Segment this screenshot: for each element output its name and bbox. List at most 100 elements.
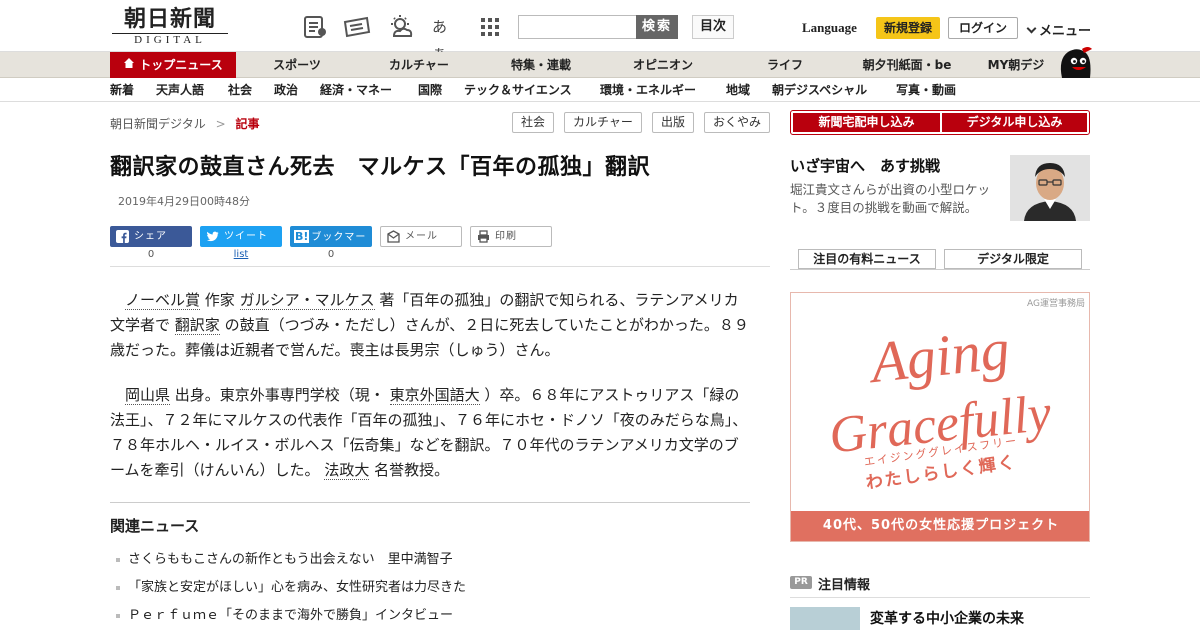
related-news-item[interactable]: 「家族と安定がほしい」心を病み、女性研究者は力尽きた <box>116 576 466 595</box>
nav2-item-tenseijingo[interactable]: 天声人語 <box>156 79 204 102</box>
hatena-bookmark-button[interactable]: B! ブックマーク <box>290 226 372 264</box>
logo-sub-text: DIGITAL <box>112 33 228 47</box>
nav2-item-environment[interactable]: 環境・エネルギー <box>600 79 696 102</box>
newspaper-icon[interactable] <box>342 14 372 40</box>
feature-title[interactable]: いざ宇宙へ あす挑戦 <box>790 155 940 176</box>
related-news-item[interactable]: さくらももこさんの新作ともう出会えない 里中満智子 <box>116 548 453 567</box>
nav2-item-politics[interactable]: 政治 <box>274 79 298 102</box>
pr-divider <box>790 597 1090 598</box>
keyword-link[interactable]: ガルシア・マルケス <box>239 291 375 310</box>
nav2-item-photo-video[interactable]: 写真・動画 <box>896 79 956 102</box>
nav2-item-latest[interactable]: 新着 <box>110 79 134 102</box>
share-label: シェア <box>134 231 167 242</box>
tag-obituary[interactable]: おくやみ <box>704 112 770 133</box>
article-paragraph-2: 岡山県 出身。東京外事専門学校（現・ 東京外国語大 ）卒。６８年にアストゥリアス… <box>110 383 750 483</box>
feature-text[interactable]: 堀江貴文さんらが出資の小型ロケット。３度目の挑戦を動画で解説。 <box>790 181 1002 217</box>
site-header: 朝日新聞 DIGITAL あぁ 検索 目次 Language 新規登録 ログイン… <box>0 0 1200 62</box>
print-button[interactable]: 印刷 <box>470 226 552 247</box>
breadcrumb-home[interactable]: 朝日新聞デジタル <box>110 117 206 131</box>
weather-icon[interactable] <box>386 14 416 40</box>
toc-button[interactable]: 目次 <box>692 15 734 39</box>
advertisement-banner[interactable]: AG運営事務局 Aging Gracefully エイジンググレイスフリー わた… <box>790 292 1090 542</box>
tag-culture[interactable]: カルチャー <box>564 112 642 133</box>
pr-badge: PR <box>790 576 812 589</box>
primary-nav: トップニュース スポーツ カルチャー 特集・連載 オピニオン ライフ 朝夕刊紙面… <box>0 52 1200 78</box>
article-divider <box>110 266 770 267</box>
bullet-icon <box>116 585 120 590</box>
bullet-icon <box>116 557 120 562</box>
nav-item-label: トップニュース <box>139 58 223 72</box>
pr-thumbnail[interactable] <box>790 607 860 630</box>
article-paragraph-1: ノーベル賞 作家 ガルシア・マルケス 著「百年の孤独」の翻訳で知られる、ラテンア… <box>110 288 750 363</box>
nav-item-my-asadigi[interactable]: MY朝デジ <box>980 52 1052 78</box>
nav-item-sports[interactable]: スポーツ <box>250 52 344 78</box>
keyword-link[interactable]: ノーベル賞 <box>125 291 201 310</box>
subscribe-paper-button[interactable]: 新聞宅配申し込み <box>793 113 940 132</box>
twitter-icon <box>206 230 219 243</box>
breadcrumb-separator: > <box>215 117 226 131</box>
pr-item-title[interactable]: 変革する中小企業の未来 <box>870 608 1024 628</box>
ad-line-1: Aging <box>864 316 1013 396</box>
article-date: 2019年4月29日00時48分 <box>118 195 250 208</box>
subscribe-digital-button[interactable]: デジタル申し込み <box>942 113 1087 132</box>
home-icon <box>123 52 135 78</box>
tab-digital-only[interactable]: デジタル限定 <box>944 249 1082 269</box>
facebook-share-count: 0 <box>147 249 155 260</box>
print-label: 印刷 <box>495 231 517 242</box>
paragraph-text: 出身。東京外事専門学校（現・ <box>170 386 390 404</box>
facebook-share-button[interactable]: シェア <box>110 226 192 247</box>
print-icon <box>477 230 490 243</box>
bullet-icon <box>116 613 120 618</box>
breadcrumb: 朝日新聞デジタル > 記事 <box>110 115 260 132</box>
keyword-link[interactable]: 翻訳家 <box>174 316 220 335</box>
nav2-item-society[interactable]: 社会 <box>228 79 252 102</box>
register-button[interactable]: 新規登録 <box>876 17 940 39</box>
nav2-item-international[interactable]: 国際 <box>418 79 442 102</box>
related-news-item[interactable]: Ｐｅｒｆｕｍｅ「そのままで海外で勝負」インタビュー <box>116 604 453 623</box>
nav-item-newspaper[interactable]: 朝夕刊紙面・be <box>848 52 966 78</box>
nav2-item-economy[interactable]: 経済・マネー <box>320 79 392 102</box>
bookmark-count: 0 <box>327 249 335 260</box>
font-size-icon[interactable]: あぁ <box>432 14 458 62</box>
search-input[interactable] <box>518 15 636 39</box>
article-headline: 翻訳家の鼓直さん死去 マルケス「百年の孤独」翻訳 <box>110 155 651 180</box>
tweet-label: ツイート <box>224 231 268 242</box>
facebook-icon <box>116 230 129 243</box>
keyword-link[interactable]: 岡山県 <box>125 386 171 405</box>
tweet-button[interactable]: ツイート <box>200 226 282 247</box>
site-logo[interactable]: 朝日新聞 DIGITAL <box>112 7 228 47</box>
nav2-item-special[interactable]: 朝デジスペシャル <box>772 79 867 102</box>
nav2-item-tech-science[interactable]: テック＆サイエンス <box>464 79 572 102</box>
nav-item-opinion[interactable]: オピニオン <box>616 52 710 78</box>
nav-item-life[interactable]: ライフ <box>738 52 832 78</box>
feature-photo[interactable] <box>1010 155 1090 221</box>
keyword-link[interactable]: 東京外国語大 <box>389 386 480 405</box>
related-news-title: 関連ニュース <box>110 517 200 535</box>
search-button[interactable]: 検索 <box>636 15 678 39</box>
menu-button[interactable]: メニュー <box>1026 20 1092 39</box>
mail-button[interactable]: メール <box>380 226 462 247</box>
tag-society[interactable]: 社会 <box>512 112 554 133</box>
tab-paid-news[interactable]: 注目の有料ニュース <box>798 249 936 269</box>
language-link[interactable]: Language <box>802 20 857 36</box>
news-list-icon[interactable] <box>302 14 328 40</box>
grid-menu-icon[interactable] <box>478 14 504 40</box>
ad-bottom-banner: 40代、50代の女性応援プロジェクト <box>791 511 1089 541</box>
nav-item-features[interactable]: 特集・連載 <box>494 52 588 78</box>
chevron-down-icon <box>1026 23 1037 34</box>
mascot-icon[interactable] <box>1054 45 1094 79</box>
nav-item-top-news[interactable]: トップニュース <box>110 52 236 78</box>
login-button[interactable]: ログイン <box>948 17 1018 39</box>
related-divider <box>110 502 750 503</box>
tweet-list-link[interactable]: list <box>200 249 282 260</box>
secondary-nav: 新着 天声人語 社会 政治 経済・マネー 国際 テック＆サイエンス 環境・エネル… <box>0 79 1200 102</box>
nav-item-culture[interactable]: カルチャー <box>372 52 466 78</box>
menu-label: メニュー <box>1039 24 1092 39</box>
related-news-label: 「家族と安定がほしい」心を病み、女性研究者は力尽きた <box>128 580 467 595</box>
tag-publishing[interactable]: 出版 <box>652 112 694 133</box>
paragraph-text: 作家 <box>200 291 240 309</box>
subscribe-buttons: 新聞宅配申し込み デジタル申し込み <box>790 110 1090 135</box>
keyword-link[interactable]: 法政大 <box>324 461 370 480</box>
nav2-item-region[interactable]: 地域 <box>726 79 750 102</box>
mail-icon <box>387 230 400 243</box>
